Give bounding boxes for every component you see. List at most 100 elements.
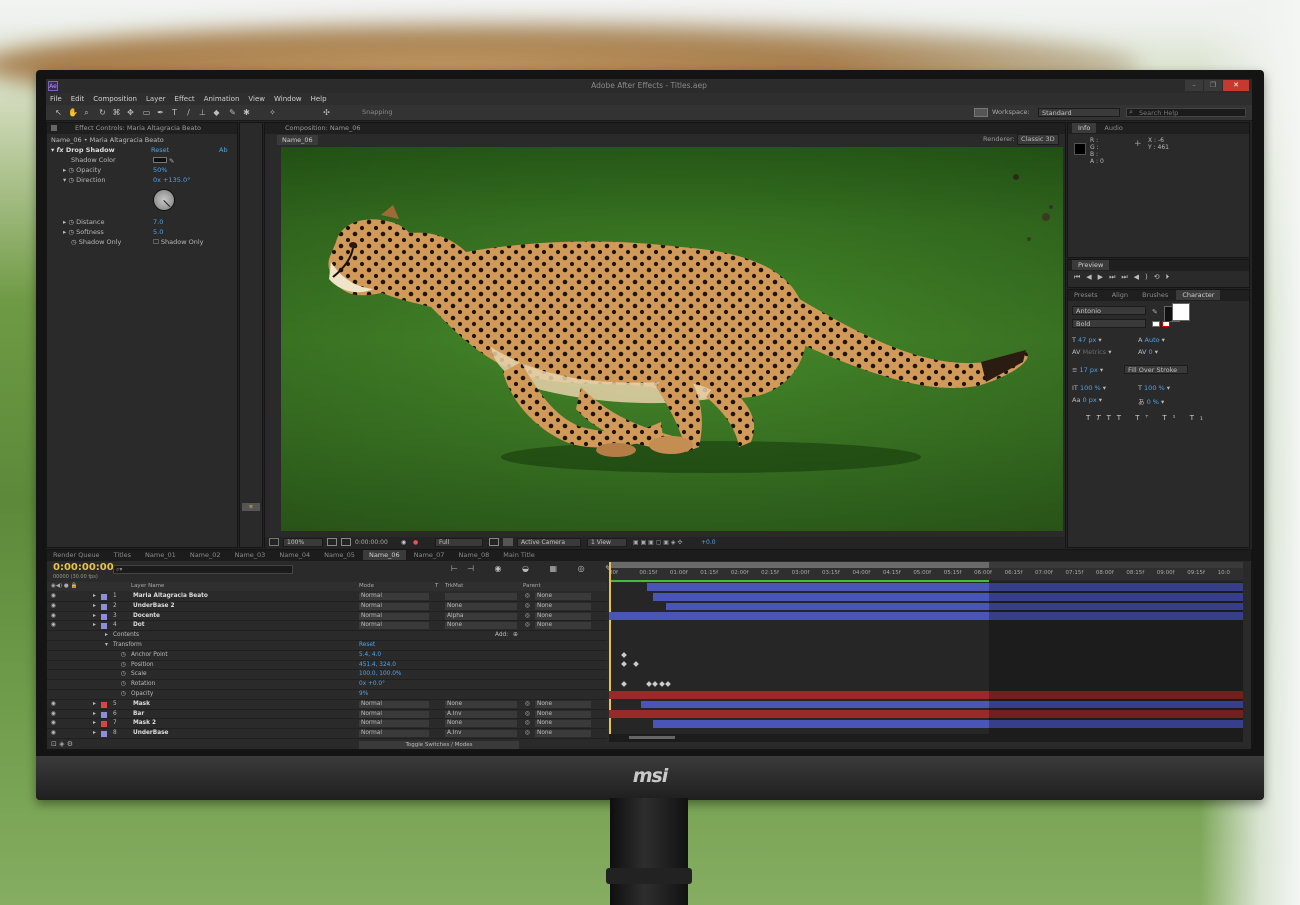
stroke-mode-dropdown[interactable]: Fill Over Stroke xyxy=(1124,365,1188,374)
transform-property-row[interactable]: ◷ Position 451.4, 324.0 xyxy=(47,661,607,671)
parent-pickwhip-icon[interactable]: ◎ xyxy=(525,602,530,612)
minimize-icon[interactable]: – xyxy=(1185,80,1203,91)
snapping-label[interactable]: Snapping xyxy=(362,108,393,116)
keyframe-icon[interactable] xyxy=(620,661,627,668)
expand-icon[interactable]: ▾ xyxy=(105,641,108,651)
tab-name-02[interactable]: Name_02 xyxy=(184,550,227,560)
stopwatch-icon[interactable]: ◷ xyxy=(121,680,126,690)
transform-property-row[interactable]: ◷ Rotation 0x +0.0° xyxy=(47,680,607,690)
layer-trkmat-dropdown[interactable]: None xyxy=(445,602,517,610)
label-color[interactable] xyxy=(101,594,107,600)
timeline-zoom-slider[interactable] xyxy=(609,734,1243,742)
tab-titles[interactable]: Titles xyxy=(108,550,137,560)
label-color[interactable] xyxy=(101,731,107,738)
tab-name-06[interactable]: Name_06 xyxy=(362,550,406,560)
property-value[interactable]: 451.4, 324.0 xyxy=(359,661,396,671)
pen-tool-icon[interactable]: ✒ xyxy=(156,108,165,117)
shadow-color-swatch[interactable] xyxy=(153,157,167,163)
safe-zones-icon[interactable] xyxy=(327,538,337,546)
toggle-switches-modes-button[interactable]: Toggle Switches / Modes xyxy=(359,741,519,749)
font-family-dropdown[interactable]: Antonio xyxy=(1072,306,1146,315)
parent-pickwhip-icon[interactable]: ◎ xyxy=(525,592,530,602)
layer-parent-dropdown[interactable]: None xyxy=(535,612,591,620)
exposure-value[interactable]: +0.0 xyxy=(701,537,716,548)
layer-mode-dropdown[interactable]: Normal xyxy=(359,700,429,708)
keyframe-icon[interactable] xyxy=(620,681,627,687)
table-row[interactable]: ◉ ▸ 6 Bar Normal A.Inv ◎ None xyxy=(47,710,607,720)
expand-icon[interactable]: ▸ xyxy=(93,602,96,612)
menu-file[interactable]: File xyxy=(50,93,62,105)
visibility-icon[interactable]: ◉ xyxy=(51,710,56,720)
maximize-icon[interactable]: ❐ xyxy=(1204,80,1222,91)
layer-name[interactable]: Docente xyxy=(133,612,160,622)
fill-color-swatch[interactable] xyxy=(1172,303,1190,321)
label-color[interactable] xyxy=(101,623,107,630)
transform-property-row[interactable]: ◷ Opacity 9% xyxy=(47,690,607,700)
roto-tool-icon[interactable]: ✎ xyxy=(228,108,237,117)
tsume-field[interactable]: あ 0 % ▾ xyxy=(1138,396,1164,406)
col-t[interactable]: T xyxy=(435,582,438,591)
view-options-icons[interactable]: ▣ ▣ ▣ ▢ ▣ ◈ ✣ xyxy=(633,537,682,548)
visibility-icon[interactable]: ◉ xyxy=(51,621,56,631)
add-icon[interactable]: ⊕ xyxy=(513,631,518,641)
transform-row[interactable]: ▾ Transform Reset xyxy=(47,641,607,651)
property-value[interactable]: 100.0, 100.0% xyxy=(359,670,401,680)
transform-reset-link[interactable]: Reset xyxy=(359,641,375,651)
stopwatch-icon[interactable]: ◷ xyxy=(121,670,126,680)
baseline-shift-field[interactable]: Aa 0 px ▾ xyxy=(1072,396,1102,404)
effect-drop-shadow-row[interactable]: ▾ fx Drop Shadow Reset Ab xyxy=(51,145,235,155)
expand-icon[interactable]: ▸ xyxy=(93,700,96,710)
layer-name[interactable]: UnderBase 2 xyxy=(133,602,175,612)
parent-pickwhip-icon[interactable]: ◎ xyxy=(525,710,530,720)
camera-dropdown[interactable]: Active Camera xyxy=(517,538,581,547)
time-ruler[interactable]: 00f 00:15f 01:00f 01:15f 02:00f 02:15f 03:00f 0… xyxy=(609,568,1243,580)
kerning-field[interactable]: AV Metrics ▾ xyxy=(1072,348,1112,356)
search-help-input[interactable]: Search Help xyxy=(1126,108,1246,117)
tab-render-queue[interactable]: Render Queue xyxy=(47,550,106,560)
keyframe-icon[interactable] xyxy=(646,681,652,687)
parent-pickwhip-icon[interactable]: ◎ xyxy=(525,612,530,622)
keyframe-icon[interactable] xyxy=(633,661,640,668)
layer-mode-dropdown[interactable]: Normal xyxy=(359,622,429,630)
effect-about-link[interactable]: Ab xyxy=(219,145,228,155)
keyframe-icon[interactable] xyxy=(658,681,665,687)
zoom-dropdown[interactable]: 100% xyxy=(283,538,323,547)
font-size-field[interactable]: T 47 px ▾ xyxy=(1072,336,1102,344)
expand-icon[interactable]: ▸ xyxy=(93,612,96,622)
shadow-only-checkbox[interactable]: ☐ Shadow Only xyxy=(153,237,204,247)
prop-softness-value[interactable]: 5.0 xyxy=(153,227,163,237)
menu-effect[interactable]: Effect xyxy=(175,93,195,105)
expand-icon[interactable]: ▸ xyxy=(105,631,108,641)
label-color[interactable] xyxy=(101,711,107,718)
rotate-tool-icon[interactable]: ↻ xyxy=(98,108,107,117)
timeline-bottom-icons[interactable]: ⊡ ◈ ⚙ xyxy=(51,740,73,748)
workspace-dropdown[interactable]: Standard xyxy=(1038,108,1120,117)
pin-tool-icon[interactable]: ✧ xyxy=(268,108,277,117)
layer-mode-dropdown[interactable]: Normal xyxy=(359,612,429,620)
effect-controls-tab[interactable]: Effect Controls: Maria Altagracia Beato xyxy=(47,123,237,134)
panel-lock-icon[interactable] xyxy=(51,125,57,131)
visibility-icon[interactable]: ◉ xyxy=(51,729,56,739)
parent-pickwhip-icon[interactable]: ◎ xyxy=(525,719,530,729)
layer-parent-dropdown[interactable]: None xyxy=(535,710,591,718)
visibility-icon[interactable]: ◉ xyxy=(51,700,56,710)
composition-subtab[interactable]: Name_06 xyxy=(277,135,318,145)
layer-mode-dropdown[interactable]: Normal xyxy=(359,720,429,728)
menu-edit[interactable]: Edit xyxy=(71,93,85,105)
set-to-white-icon[interactable] xyxy=(1152,321,1160,327)
timeline-search-input[interactable]: ⌕▾ xyxy=(113,565,293,574)
vertical-scale-field[interactable]: IT 100 % ▾ xyxy=(1072,384,1106,392)
tab-name-05[interactable]: Name_05 xyxy=(318,550,361,560)
layer-parent-dropdown[interactable]: None xyxy=(535,720,591,728)
tab-audio[interactable]: Audio xyxy=(1098,123,1128,133)
text-style-buttons[interactable]: TTTT Tᵀ T¹ T₁ xyxy=(1086,414,1209,422)
font-style-dropdown[interactable]: Bold xyxy=(1072,319,1146,328)
resolution-dropdown[interactable]: Full xyxy=(435,538,483,547)
tab-presets[interactable]: Presets xyxy=(1068,290,1104,300)
keyframe-icon[interactable] xyxy=(665,681,671,687)
property-value[interactable]: 9% xyxy=(359,690,368,700)
layer-mode-dropdown[interactable]: Normal xyxy=(359,593,429,600)
layer-name[interactable]: UnderBase xyxy=(133,729,169,739)
table-row[interactable]: ◉ ▸ 3 Docente Normal Alpha ◎ None xyxy=(47,612,607,622)
tab-main-title[interactable]: Main Title xyxy=(497,550,541,560)
